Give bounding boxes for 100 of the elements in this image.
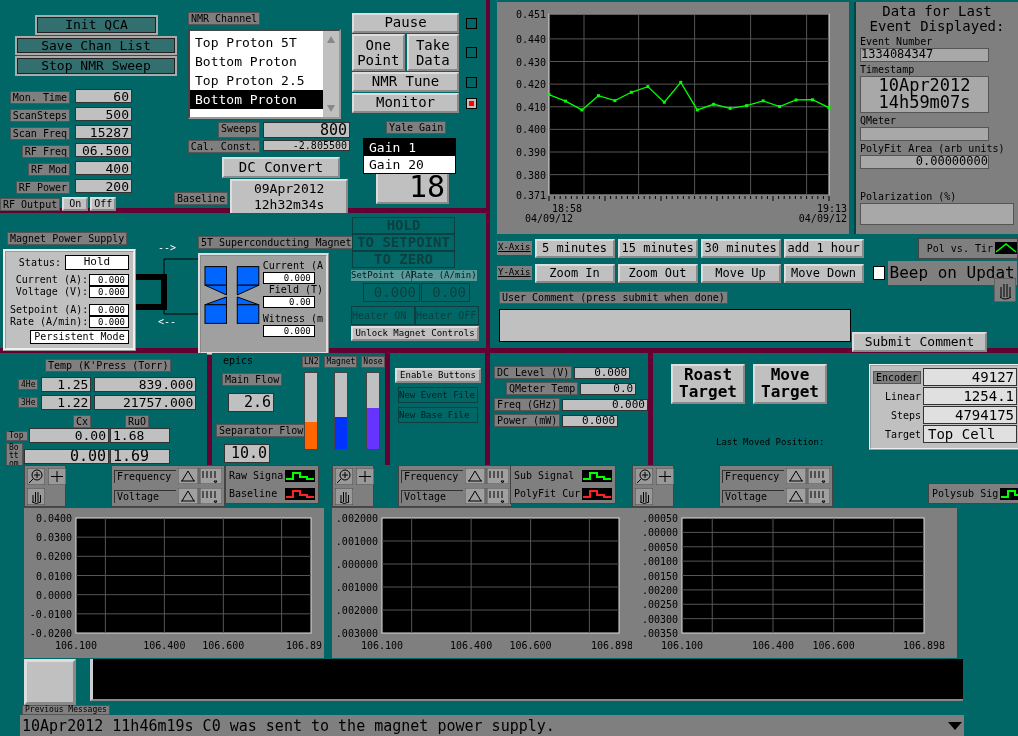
tick-label: 106.898 bbox=[902, 640, 946, 651]
channel-item[interactable]: Bottom Proton bbox=[190, 52, 323, 71]
run-button[interactable]: One Point bbox=[352, 34, 405, 71]
column-label: RuO bbox=[125, 415, 150, 428]
panel-button[interactable]: Stop NMR Sweep bbox=[15, 56, 177, 76]
message-button[interactable] bbox=[24, 659, 76, 705]
axis-button[interactable]: 15 minutes bbox=[617, 238, 698, 258]
run-button[interactable]: Monitor bbox=[352, 93, 459, 113]
format-icon[interactable] bbox=[465, 468, 509, 484]
field-value: 1334084347 bbox=[860, 48, 989, 62]
tick-label: 0.410 bbox=[515, 101, 546, 113]
point bbox=[827, 106, 831, 110]
axis-button[interactable]: Zoom In bbox=[534, 263, 615, 283]
toggle-button[interactable]: On bbox=[62, 197, 89, 211]
comment-field[interactable] bbox=[499, 309, 851, 342]
tick-label: .003000 bbox=[335, 628, 378, 639]
axis-button[interactable]: 5 minutes bbox=[534, 238, 615, 258]
param-label: RF Mod bbox=[27, 163, 70, 176]
field-value: 0.000 bbox=[89, 316, 129, 328]
format-icon[interactable] bbox=[465, 488, 509, 504]
temp-value: 1.22 bbox=[41, 395, 92, 410]
channel-item[interactable]: Top Proton 2.5 bbox=[190, 71, 323, 90]
zoom-icon[interactable] bbox=[635, 468, 653, 485]
target-button[interactable]: Roast Target bbox=[671, 364, 745, 404]
sensor-value: 1.69 bbox=[110, 448, 170, 464]
format-icon[interactable] bbox=[786, 488, 830, 504]
target-button[interactable]: Move Target bbox=[753, 364, 827, 404]
field-label: Encoder bbox=[873, 370, 921, 384]
param-value: 06.500 bbox=[75, 143, 132, 157]
sweeps-value: 800 bbox=[263, 122, 350, 138]
hand-icon[interactable] bbox=[27, 488, 45, 505]
param-value: 60 bbox=[75, 89, 132, 103]
axis-button[interactable]: Move Down bbox=[783, 263, 864, 283]
readout-value: 49127 bbox=[923, 368, 1017, 386]
pressure-value: 21757.000 bbox=[94, 395, 197, 410]
field-value: 0.000 bbox=[262, 272, 315, 284]
channel-item[interactable]: Top Proton 5T bbox=[190, 33, 323, 52]
gauge-label: Nose bbox=[361, 356, 385, 368]
tick-label: 106.100 bbox=[360, 640, 404, 651]
pressure-value: 839.000 bbox=[94, 377, 197, 392]
temp-value: 1.25 bbox=[41, 377, 92, 392]
panel-button[interactable]: Save Chan List bbox=[15, 36, 177, 55]
run-button[interactable]: Pause bbox=[352, 13, 459, 33]
gain-option[interactable]: Gain 1 bbox=[364, 139, 455, 156]
param-value: 15287 bbox=[75, 125, 132, 139]
axis-button[interactable]: Zoom Out bbox=[617, 263, 698, 283]
dropdown-icon[interactable] bbox=[948, 722, 962, 730]
crosshair-icon[interactable] bbox=[356, 468, 374, 485]
channel-item[interactable]: Bottom Proton bbox=[190, 90, 323, 109]
readout-value: Top_Cell bbox=[923, 425, 1017, 443]
flow-value: 2.6 bbox=[228, 393, 274, 412]
field-label: Rate (A/min): bbox=[10, 316, 89, 328]
format-icon[interactable] bbox=[178, 468, 222, 484]
section-title: Magnet Power Supply bbox=[7, 232, 128, 245]
legend-text: Raw Signa bbox=[229, 469, 284, 483]
zoom-icon[interactable] bbox=[27, 468, 45, 485]
field-label: Separator Flow bbox=[216, 424, 307, 437]
checkbox[interactable] bbox=[872, 266, 885, 280]
run-button[interactable]: Take Data bbox=[406, 34, 459, 71]
enable-button[interactable]: Enable Buttons bbox=[395, 368, 481, 383]
crosshair-icon[interactable] bbox=[48, 468, 66, 485]
hand-icon[interactable] bbox=[335, 488, 353, 505]
reading-value: 0.0 bbox=[580, 382, 637, 395]
scrollbar[interactable] bbox=[323, 31, 339, 117]
field-label: Sweeps bbox=[217, 122, 260, 138]
crosshair-icon[interactable] bbox=[656, 468, 674, 485]
arrow-text: --> bbox=[157, 243, 177, 253]
convert-button[interactable]: DC Convert bbox=[222, 157, 340, 178]
row-label: 3He bbox=[18, 397, 39, 408]
submit-button[interactable]: Submit Comment bbox=[852, 332, 987, 352]
field-label: Target bbox=[883, 427, 921, 442]
mode-display: Persistent Mode bbox=[30, 330, 129, 344]
field-value: 0.000 bbox=[262, 325, 315, 337]
tick-label: 0.390 bbox=[515, 147, 546, 158]
format-icon[interactable] bbox=[178, 488, 222, 504]
axis-button[interactable]: 30 minutes bbox=[700, 238, 781, 258]
axis-name[interactable]: Frequency bbox=[722, 469, 784, 483]
tick-label: 18:58 bbox=[551, 203, 583, 214]
field-label: Baseline bbox=[174, 191, 229, 205]
format-icon[interactable] bbox=[786, 468, 830, 484]
panel-button[interactable]: Init QCA bbox=[35, 15, 158, 35]
column-label: Cx bbox=[73, 415, 92, 428]
legend-text: Baseline bbox=[229, 487, 278, 501]
axis-button[interactable]: add 1 hour bbox=[783, 238, 864, 258]
zoom-icon[interactable] bbox=[335, 468, 353, 485]
field-value: 10Apr2012 14h59m07s bbox=[860, 76, 989, 113]
tick-label: 0.0400 bbox=[35, 513, 72, 524]
toggle-button[interactable]: Off bbox=[90, 197, 117, 211]
run-button[interactable]: NMR Tune bbox=[352, 72, 459, 92]
status-value: Hold bbox=[65, 255, 129, 270]
tick-label: 0.0100 bbox=[35, 570, 72, 582]
axis-name[interactable]: Frequency bbox=[401, 469, 463, 483]
axis-name[interactable]: Voltage bbox=[401, 489, 463, 503]
axis-name[interactable]: Voltage bbox=[722, 489, 784, 503]
axis-name[interactable]: Frequency bbox=[114, 469, 176, 483]
field-label: QMeter Temp bbox=[506, 382, 579, 395]
tick-label: 0.0000 bbox=[35, 589, 72, 601]
axis-button[interactable]: Move Up bbox=[700, 263, 781, 283]
axis-name[interactable]: Voltage bbox=[114, 489, 176, 503]
hand-icon[interactable] bbox=[635, 488, 653, 505]
